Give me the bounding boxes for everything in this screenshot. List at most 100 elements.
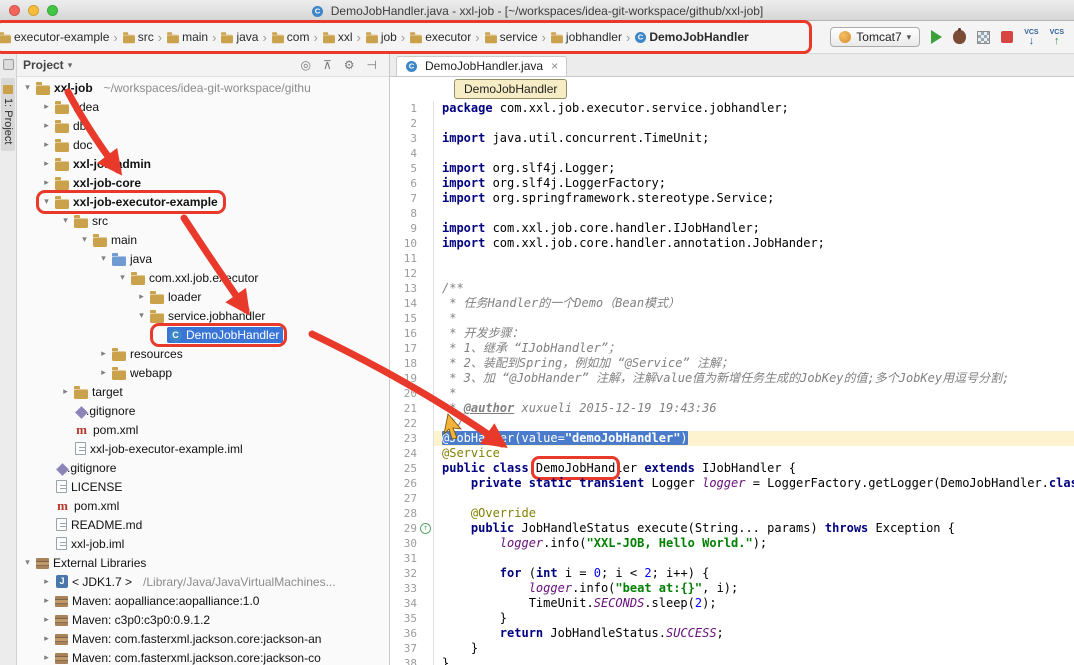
gutter[interactable]: 9 (390, 221, 434, 236)
gutter[interactable]: 32 (390, 566, 434, 581)
editor-breadcrumb-chip[interactable]: DemoJobHandler (454, 79, 567, 99)
gutter[interactable]: 35 (390, 611, 434, 626)
code-line[interactable]: 35 } (390, 611, 1074, 626)
vcs-update-button[interactable]: VCS (1024, 29, 1038, 46)
expander-icon[interactable]: ▾ (97, 253, 110, 264)
debug-button[interactable] (953, 30, 966, 44)
gutter[interactable]: 3 (390, 131, 434, 146)
gutter[interactable]: 21 (390, 401, 434, 416)
breadcrumb-item-demojobhandler[interactable]: DemoJobHandler (634, 30, 748, 44)
tree-item-maven-com-fasterxml-jackson-core-jackson-co[interactable]: ▸Maven: com.fasterxml.jackson.core:jacks… (17, 648, 389, 665)
tab-demojobhandler-java[interactable]: DemoJobHandler.java × (396, 56, 567, 76)
gutter[interactable]: 13 (390, 281, 434, 296)
code-line[interactable]: 25public class DemoJobHandler extends IJ… (390, 461, 1074, 476)
tree-item-xxl-job-executor-example[interactable]: ▾xxl-job-executor-example (17, 192, 389, 211)
breadcrumb-item-src[interactable]: src (122, 30, 154, 44)
expander-icon[interactable]: ▸ (40, 633, 53, 644)
tree-item-jdk1-7[interactable]: ▸< JDK1.7 >/Library/Java/JavaVirtualMach… (17, 572, 389, 591)
tree-item-loader[interactable]: ▸loader (17, 287, 389, 306)
tree-item-db[interactable]: ▸db (17, 116, 389, 135)
code-line[interactable]: 2 (390, 116, 1074, 131)
code-line[interactable]: 1package com.xxl.job.executor.service.jo… (390, 101, 1074, 116)
expander-icon[interactable]: ▸ (97, 367, 110, 378)
tree-item-resources[interactable]: ▸resources (17, 344, 389, 363)
tree-item-com-xxl-job-executor[interactable]: ▾com.xxl.job.executor (17, 268, 389, 287)
code-line[interactable]: 29↑ public JobHandleStatus execute(Strin… (390, 521, 1074, 536)
code-line[interactable]: 6import org.slf4j.LoggerFactory; (390, 176, 1074, 191)
code-line[interactable]: 26 private static transient Logger logge… (390, 476, 1074, 491)
expander-icon[interactable]: ▸ (40, 139, 53, 150)
expander-icon[interactable]: ▸ (40, 101, 53, 112)
expander-icon[interactable]: ▾ (135, 310, 148, 321)
run-with-coverage-button[interactable] (977, 31, 990, 44)
gutter[interactable]: 16 (390, 326, 434, 341)
code-line[interactable]: 3import java.util.concurrent.TimeUnit; (390, 131, 1074, 146)
code-line[interactable]: 7import org.springframework.stereotype.S… (390, 191, 1074, 206)
tree-item-gitignore[interactable]: .gitignore (17, 458, 389, 477)
code-line[interactable]: 9import com.xxl.job.core.handler.IJobHan… (390, 221, 1074, 236)
tree-item-xxl-job-core[interactable]: ▸xxl-job-core (17, 173, 389, 192)
tree-item-demojobhandler[interactable]: DemoJobHandler (17, 325, 389, 344)
gutter[interactable]: 20 (390, 386, 434, 401)
code-line[interactable]: 24@Service (390, 446, 1074, 461)
expander-icon[interactable]: ▸ (40, 120, 53, 131)
gutter[interactable]: 28 (390, 506, 434, 521)
gutter[interactable]: 23 (390, 431, 434, 446)
zoom-window-button[interactable] (47, 5, 58, 16)
stop-button[interactable] (1001, 31, 1013, 43)
expander-icon[interactable]: ▸ (40, 595, 53, 606)
code-line[interactable]: 36 return JobHandleStatus.SUCCESS; (390, 626, 1074, 641)
breadcrumb-item-executor[interactable]: executor (409, 30, 471, 44)
gutter[interactable]: 33 (390, 581, 434, 596)
gutter[interactable]: 17 (390, 341, 434, 356)
tree-item-webapp[interactable]: ▸webapp (17, 363, 389, 382)
tool-window-icon[interactable] (3, 59, 14, 70)
gutter[interactable]: 31 (390, 551, 434, 566)
run-button[interactable] (931, 30, 942, 44)
gutter[interactable]: 2 (390, 116, 434, 131)
code-line[interactable]: 28 @Override (390, 506, 1074, 521)
tree-item-idea[interactable]: ▸.idea (17, 97, 389, 116)
tree-item-main[interactable]: ▾main (17, 230, 389, 249)
code-line[interactable]: 10import com.xxl.job.core.handler.annota… (390, 236, 1074, 251)
expander-icon[interactable]: ▸ (97, 348, 110, 359)
tree-item-maven-aopalliance-aopalliance-1-0[interactable]: ▸Maven: aopalliance:aopalliance:1.0 (17, 591, 389, 610)
tree-item-maven-com-fasterxml-jackson-core-jackson-an[interactable]: ▸Maven: com.fasterxml.jackson.core:jacks… (17, 629, 389, 648)
code-line[interactable]: 20 * (390, 386, 1074, 401)
gutter[interactable]: 24 (390, 446, 434, 461)
breadcrumb-item-executor-example[interactable]: executor-example (0, 30, 109, 44)
run-config-select[interactable]: Tomcat7 ▾ (830, 27, 920, 47)
gutter[interactable]: 6 (390, 176, 434, 191)
chevron-down-icon[interactable]: ▾ (68, 60, 73, 71)
gutter[interactable]: 5 (390, 161, 434, 176)
gutter[interactable]: 1 (390, 101, 434, 116)
gutter[interactable]: 27 (390, 491, 434, 506)
expander-icon[interactable]: ▸ (40, 158, 53, 169)
tree-item-gitignore[interactable]: .gitignore (17, 401, 389, 420)
code-line[interactable]: 19 * 3、加 “@JobHander” 注解，注解value值为新增任务生成… (390, 371, 1074, 386)
code-line[interactable]: 32 for (int i = 0; i < 2; i++) { (390, 566, 1074, 581)
collapse-all-icon[interactable]: ⊼ (323, 58, 332, 72)
locate-icon[interactable]: ◎ (301, 58, 311, 72)
code-line[interactable]: 12 (390, 266, 1074, 281)
tree-item-service-jobhandler[interactable]: ▾service.jobhandler (17, 306, 389, 325)
breadcrumb-item-job[interactable]: job (365, 30, 397, 44)
gutter[interactable]: 10 (390, 236, 434, 251)
breadcrumb-item-service[interactable]: service (484, 30, 538, 44)
gutter[interactable]: 4 (390, 146, 434, 161)
code-line[interactable]: 14 * 任务Handler的一个Demo（Bean模式） (390, 296, 1074, 311)
tree-item-xxl-job-admin[interactable]: ▸xxl-job-admin (17, 154, 389, 173)
code-line[interactable]: 22 */ (390, 416, 1074, 431)
tree-item-doc[interactable]: ▸doc (17, 135, 389, 154)
code-line[interactable]: 34 TimeUnit.SECONDS.sleep(2); (390, 596, 1074, 611)
code-line[interactable]: 4 (390, 146, 1074, 161)
gutter[interactable]: 25 (390, 461, 434, 476)
expander-icon[interactable]: ▸ (59, 386, 72, 397)
gutter[interactable]: 38 (390, 656, 434, 665)
gutter[interactable]: 7 (390, 191, 434, 206)
expander-icon[interactable]: ▸ (40, 652, 53, 663)
expander-icon[interactable]: ▸ (40, 177, 53, 188)
breadcrumb-item-java[interactable]: java (220, 30, 258, 44)
code-line[interactable]: 16 * 开发步骤： (390, 326, 1074, 341)
hide-panel-icon[interactable]: ⊣ (367, 58, 377, 72)
